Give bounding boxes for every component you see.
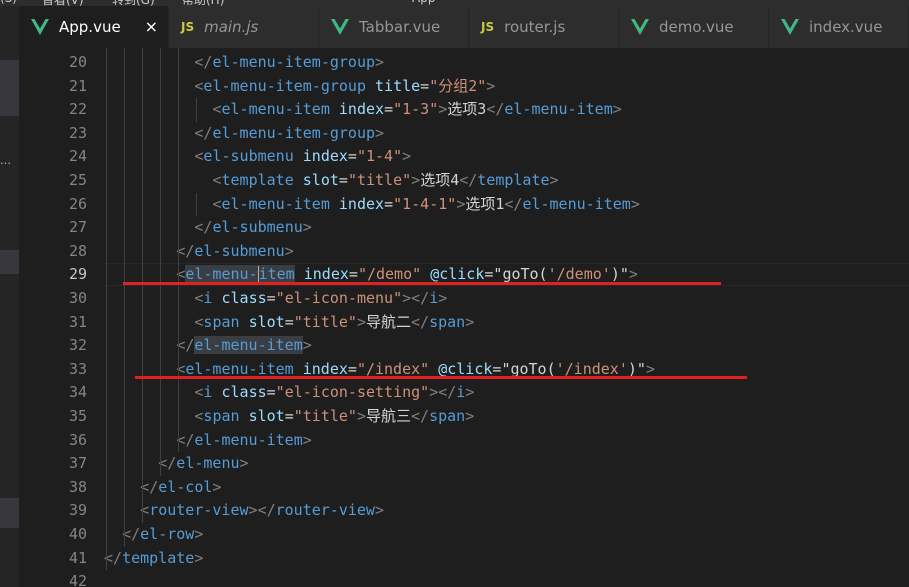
vue-file-icon [781,19,799,35]
code-line[interactable]: <i class="el-icon-setting"></i> [194,381,474,404]
indent-guide [196,192,198,217]
code-line[interactable]: </el-row> [122,523,203,546]
line-number: 33 [68,359,87,378]
indent-guide [178,48,180,453]
more-icon[interactable]: … [0,154,11,167]
code-line[interactable]: </el-col> [140,476,221,499]
tab-label: main.js [204,18,259,36]
line-number: 30 [68,289,87,307]
code-line[interactable]: </el-submenu> [176,240,293,263]
line-number: 38 [68,477,87,496]
line-number: 34 [68,383,87,402]
indent-guide [106,48,107,571]
tab-index-vue[interactable]: index.vue [769,6,909,48]
line-number: 32 [68,336,87,355]
line-number: 42 [68,572,87,587]
code-line[interactable]: </el-menu-item-group> [194,51,384,74]
code-line[interactable]: <el-submenu index="1-4"> [194,145,411,168]
code-line[interactable]: </el-submenu> [194,216,311,239]
activity-item-extensions[interactable] [0,498,19,528]
indent-guide [142,48,144,523]
indent-guide [160,48,162,476]
activity-bar: … [0,6,19,587]
code-line[interactable]: <el-menu-item-group title="分组2"> [194,75,495,98]
line-number: 24 [68,147,87,166]
line-number: 40 [68,525,87,543]
line-number: 29 [68,265,87,284]
annotation-underline [135,376,747,380]
code-editor[interactable]: 20 21 22 23 24 25 26 27 28 29 30 31 32 33 34 35 36 37 38 39… [19,48,909,587]
code-line[interactable]: </el-menu> [158,452,248,475]
js-file-icon: JS [481,20,495,34]
line-number: 20 [68,53,87,71]
code-line[interactable]: <el-menu-item index="1-3">选项3</el-menu-i… [212,98,621,121]
tab-label: Tabbar.vue [359,18,441,36]
code-line[interactable]: </el-menu-item> [176,334,312,357]
code-line[interactable]: <i class="el-icon-menu"></i> [194,287,447,310]
tab-main-js[interactable]: JS main.js [169,6,319,48]
activity-item-search[interactable] [0,250,19,274]
line-number: 36 [68,430,87,449]
annotation-underline [123,282,721,285]
js-file-icon: JS [181,20,195,34]
indent-guide [124,48,126,547]
tab-demo-vue[interactable]: demo.vue [619,6,769,48]
line-number: 25 [68,171,87,189]
tab-label: App.vue [59,18,121,36]
menu-item[interactable]: (S) [0,0,17,5]
tab-tabbar-vue[interactable]: Tabbar.vue [319,6,469,48]
line-number: 23 [68,123,87,142]
indent-guide [196,98,198,122]
tab-label: demo.vue [659,18,734,36]
code-line[interactable]: <router-view></router-view> [140,499,384,522]
menu-item[interactable]: App [412,0,435,5]
code-line[interactable]: </el-menu-item-group> [194,122,384,145]
code-line[interactable]: </template> [104,547,203,570]
close-icon[interactable]: × [145,17,158,36]
tab-app-vue[interactable]: App.vue × [19,6,169,48]
line-number-gutter: 20 21 22 23 24 25 26 27 28 29 30 31 32 33 34 35 36 37 38 39… [19,48,87,587]
vue-file-icon [331,19,349,35]
code-line[interactable]: <span slot="title">导航三</span> [194,405,474,428]
line-number: 22 [68,100,87,119]
activity-item-explorer[interactable] [0,60,19,116]
vue-file-icon [631,19,649,35]
line-number: 39 [68,501,87,520]
vue-file-icon [31,19,49,35]
code-line[interactable]: <el-menu-item index="1-4-1">选项1</el-menu… [212,193,639,216]
tab-label: router.js [504,18,566,36]
tab-router-js[interactable]: JS router.js [469,6,619,48]
line-number: 37 [68,454,87,473]
line-number: 31 [68,312,87,331]
code-line[interactable]: </el-menu-item> [176,429,311,452]
line-number: 28 [68,241,87,260]
tab-label: index.vue [809,18,883,36]
line-number: 35 [68,407,87,425]
line-number: 41 [68,548,87,567]
code-line[interactable]: <span slot="title">导航二</span> [194,311,474,334]
line-number: 26 [68,194,87,213]
line-number: 21 [68,76,87,95]
line-number: 27 [68,218,87,237]
editor-tab-bar: App.vue × JS main.js Tabbar.vue JS router.js de… [19,6,909,48]
code-line[interactable]: <template slot="title">选项4</template> [212,169,558,192]
